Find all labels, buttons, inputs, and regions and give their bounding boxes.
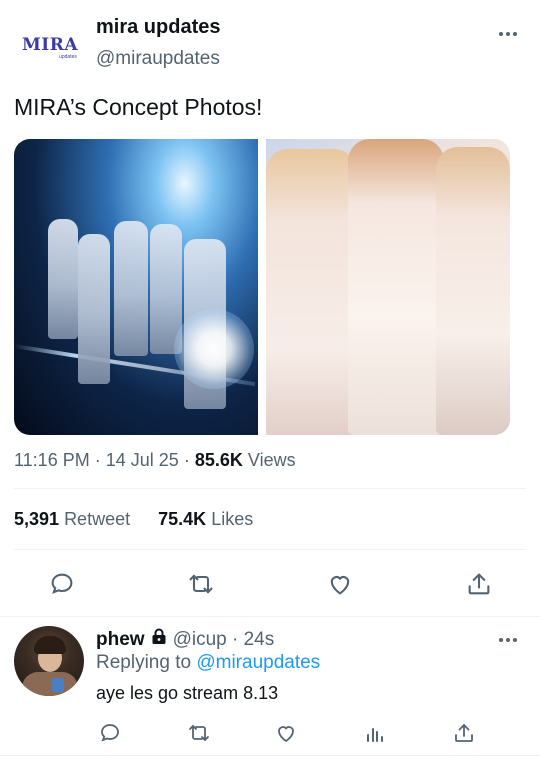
views-label: Views	[247, 450, 296, 470]
share-icon[interactable]	[465, 570, 493, 598]
divider	[0, 616, 540, 617]
retweets-count: 5,391	[14, 509, 60, 529]
share-icon[interactable]	[452, 721, 476, 745]
meta-separator: ·	[94, 450, 101, 470]
concept-photo-2[interactable]	[266, 139, 510, 435]
analytics-icon[interactable]	[363, 721, 387, 745]
tweet-stats: 5,391 Retweet 75.4K Likes	[14, 509, 253, 530]
logo-text: MIRA	[21, 35, 79, 55]
author-handle[interactable]: @miraupdates	[96, 48, 220, 70]
photo-figure	[266, 149, 356, 435]
retweet-icon[interactable]	[187, 570, 215, 598]
like-icon[interactable]	[326, 570, 354, 598]
reply-text: aye les go stream 8.13	[96, 683, 279, 703]
reply-icon[interactable]	[48, 570, 76, 598]
tweet-media	[14, 139, 510, 435]
tweet-date: 14 Jul 25	[105, 450, 179, 470]
author-display-name[interactable]: mira updates	[96, 16, 220, 39]
reply-actions	[0, 719, 540, 749]
photo-figure	[114, 221, 148, 356]
photo-figure	[436, 147, 510, 435]
retweets-stat[interactable]: 5,391 Retweet	[14, 509, 135, 529]
tweet-meta: 11:16 PM · 14 Jul 25 · 85.6K Views	[14, 450, 296, 471]
logo-subtext: updates	[59, 54, 77, 60]
concept-photo-1[interactable]	[14, 139, 258, 435]
meta-separator: ·	[183, 450, 190, 470]
reply-tweet[interactable]: phew @icup · 24s Replying to @miraupdate…	[0, 618, 540, 757]
divider	[14, 488, 526, 489]
more-options-icon[interactable]	[496, 630, 520, 650]
replying-to-line: Replying to @miraupdates	[96, 652, 320, 674]
likes-count: 75.4K	[158, 509, 207, 529]
replying-prefix: Replying to	[96, 652, 192, 673]
reply-avatar[interactable]	[14, 626, 84, 696]
divider	[0, 755, 540, 756]
reply-handle-time: @icup · 24s	[172, 628, 275, 650]
retweet-icon[interactable]	[187, 721, 211, 745]
tweet-actions	[0, 562, 540, 604]
divider	[14, 549, 526, 550]
reply-icon[interactable]	[98, 721, 122, 745]
like-icon[interactable]	[274, 721, 298, 745]
tweet-time: 11:16 PM	[14, 450, 90, 470]
likes-label: Likes	[211, 509, 254, 529]
tweet-text: MIRA’s Concept Photos!	[14, 94, 263, 120]
retweets-label: Retweet	[64, 509, 131, 529]
lock-icon	[151, 628, 167, 651]
reply-display-name[interactable]: phew	[96, 629, 145, 651]
light-flare	[174, 309, 254, 389]
photo-figure	[348, 139, 444, 435]
replying-to-link[interactable]: @miraupdates	[196, 652, 320, 673]
author-avatar[interactable]: MIRA updates	[14, 24, 86, 72]
photo-figure	[48, 219, 78, 339]
more-options-icon[interactable]	[496, 24, 520, 44]
tweet-header: MIRA updates mira updates @miraupdates	[0, 0, 540, 90]
views-count: 85.6K	[194, 450, 243, 470]
likes-stat[interactable]: 75.4K Likes	[158, 509, 253, 529]
reply-name-line: phew @icup · 24s	[96, 628, 274, 651]
photo-figure	[78, 234, 110, 384]
